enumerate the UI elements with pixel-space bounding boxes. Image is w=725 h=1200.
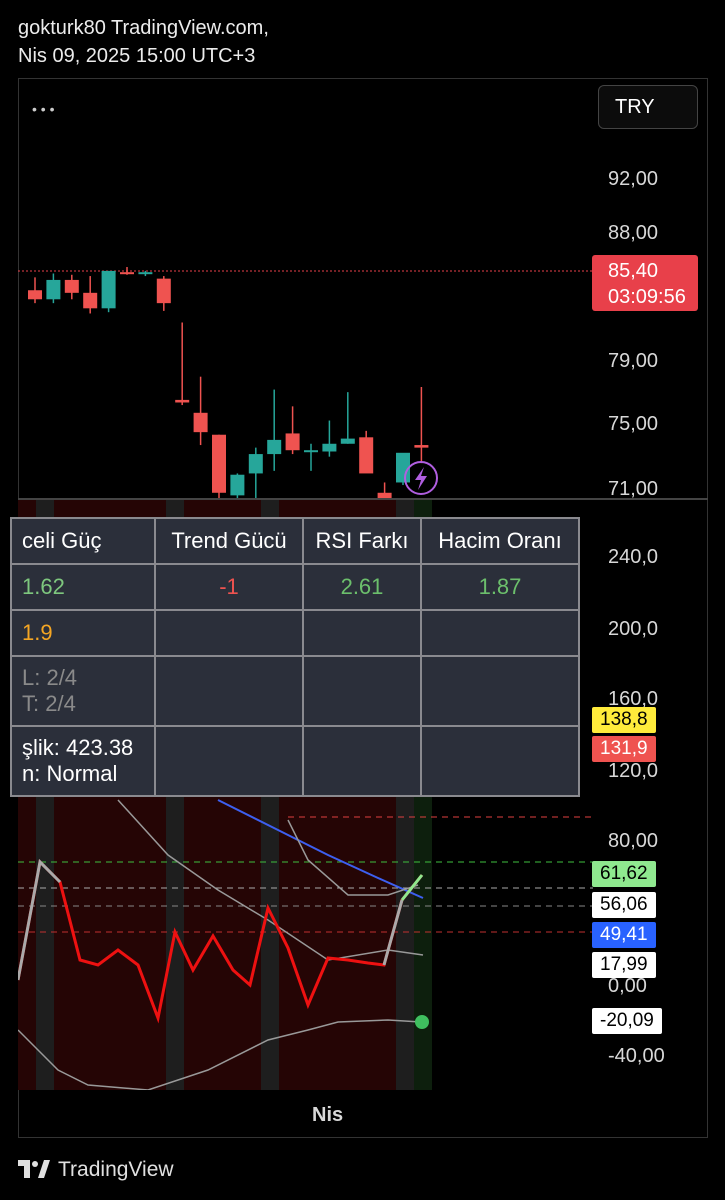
x-axis-label: Nis [312,1104,344,1126]
indicator-tag: 56,06 [592,892,656,918]
table-header: celi Güç [10,517,156,565]
table-cell: 1.87 [420,563,580,611]
table-cell: şlik: 423.38 n: Normal [10,725,156,797]
currency-button[interactable]: TRY [598,85,698,129]
chart-header: gokturk80 TradingView.com, Nis 09, 2025 … [18,14,269,70]
candle [304,443,318,471]
candle [322,420,337,457]
signal-dot-icon [415,1015,429,1029]
table-cell [302,609,422,657]
indicator-tick: -40,00 [608,1045,665,1067]
more-dots-icon: • • • [32,101,55,117]
candle [248,447,263,498]
bar-countdown: 03:09:56 [608,286,686,308]
candle [138,270,153,277]
chart-timestamp: Nis 09, 2025 15:00 UTC+3 [18,45,256,67]
indicator-tag: 131,9 [592,736,656,762]
indicator-tick: 0,00 [608,975,647,997]
candle [64,274,79,300]
indicator-tick: 200,0 [608,618,659,640]
price-tick: 92,00 [608,168,659,190]
candle [46,273,61,304]
table-cell: -1 [154,563,304,611]
table-cell: 1.62 [10,563,156,611]
price-tick: 75,00 [608,413,659,435]
candle [193,376,208,446]
indicator-tick: 120,0 [608,760,659,782]
table-cell: 1.9 [10,609,156,657]
table-header: RSI Farkı [302,517,422,565]
table-cell-line: T: 2/4 [22,691,76,716]
candle [267,389,282,471]
candle [156,276,171,311]
indicator-tick: 80,00 [608,830,659,852]
candle [212,434,226,498]
price-pane[interactable]: • • • [18,78,593,498]
candle [175,322,190,406]
last-price-tag: 85,40 03:09:56 [592,255,698,311]
candle [340,392,355,444]
tradingview-logo-icon [18,1160,50,1178]
indicator-tag: 49,41 [592,922,656,948]
candle [230,473,245,498]
indicator-tag: 17,99 [592,952,656,978]
stats-table: celi Güç Trend Gücü RSI Farkı Hacim Oran… [10,517,580,797]
table-cell [302,655,422,727]
price-tick: 88,00 [608,222,659,244]
table-cell: 2.61 [302,563,422,611]
table-cell [420,609,580,657]
last-price-value: 85,40 [608,260,659,282]
indicator-tick: 240,0 [608,546,659,568]
candle [285,406,300,455]
table-cell [154,609,304,657]
candle [28,277,42,304]
footer: TradingView [18,1158,174,1182]
candle [83,276,98,314]
indicator-tag: 61,62 [592,861,656,887]
candle [414,387,429,464]
candle [101,270,116,313]
candle [359,430,374,474]
brand-name: TradingView [58,1158,174,1181]
table-cell [420,725,580,797]
table-cell-line: L: 2/4 [22,665,78,690]
table-cell-line: n: Normal [22,761,118,786]
candle [377,482,392,498]
indicator-tag: 138,8 [592,707,656,733]
table-header: Hacim Oranı [420,517,580,565]
price-tick: 79,00 [608,350,659,372]
indicator-tag: -20,09 [592,1008,662,1034]
table-cell: L: 2/4 T: 2/4 [10,655,156,727]
table-cell-line: şlik: 423.38 [22,735,134,760]
chart-author: gokturk80 TradingView.com, [18,17,269,39]
table-header: Trend Gücü [154,517,304,565]
table-cell [154,655,304,727]
price-tick: 71,00 [608,478,659,500]
table-cell [302,725,422,797]
table-cell [420,655,580,727]
table-cell [154,725,304,797]
